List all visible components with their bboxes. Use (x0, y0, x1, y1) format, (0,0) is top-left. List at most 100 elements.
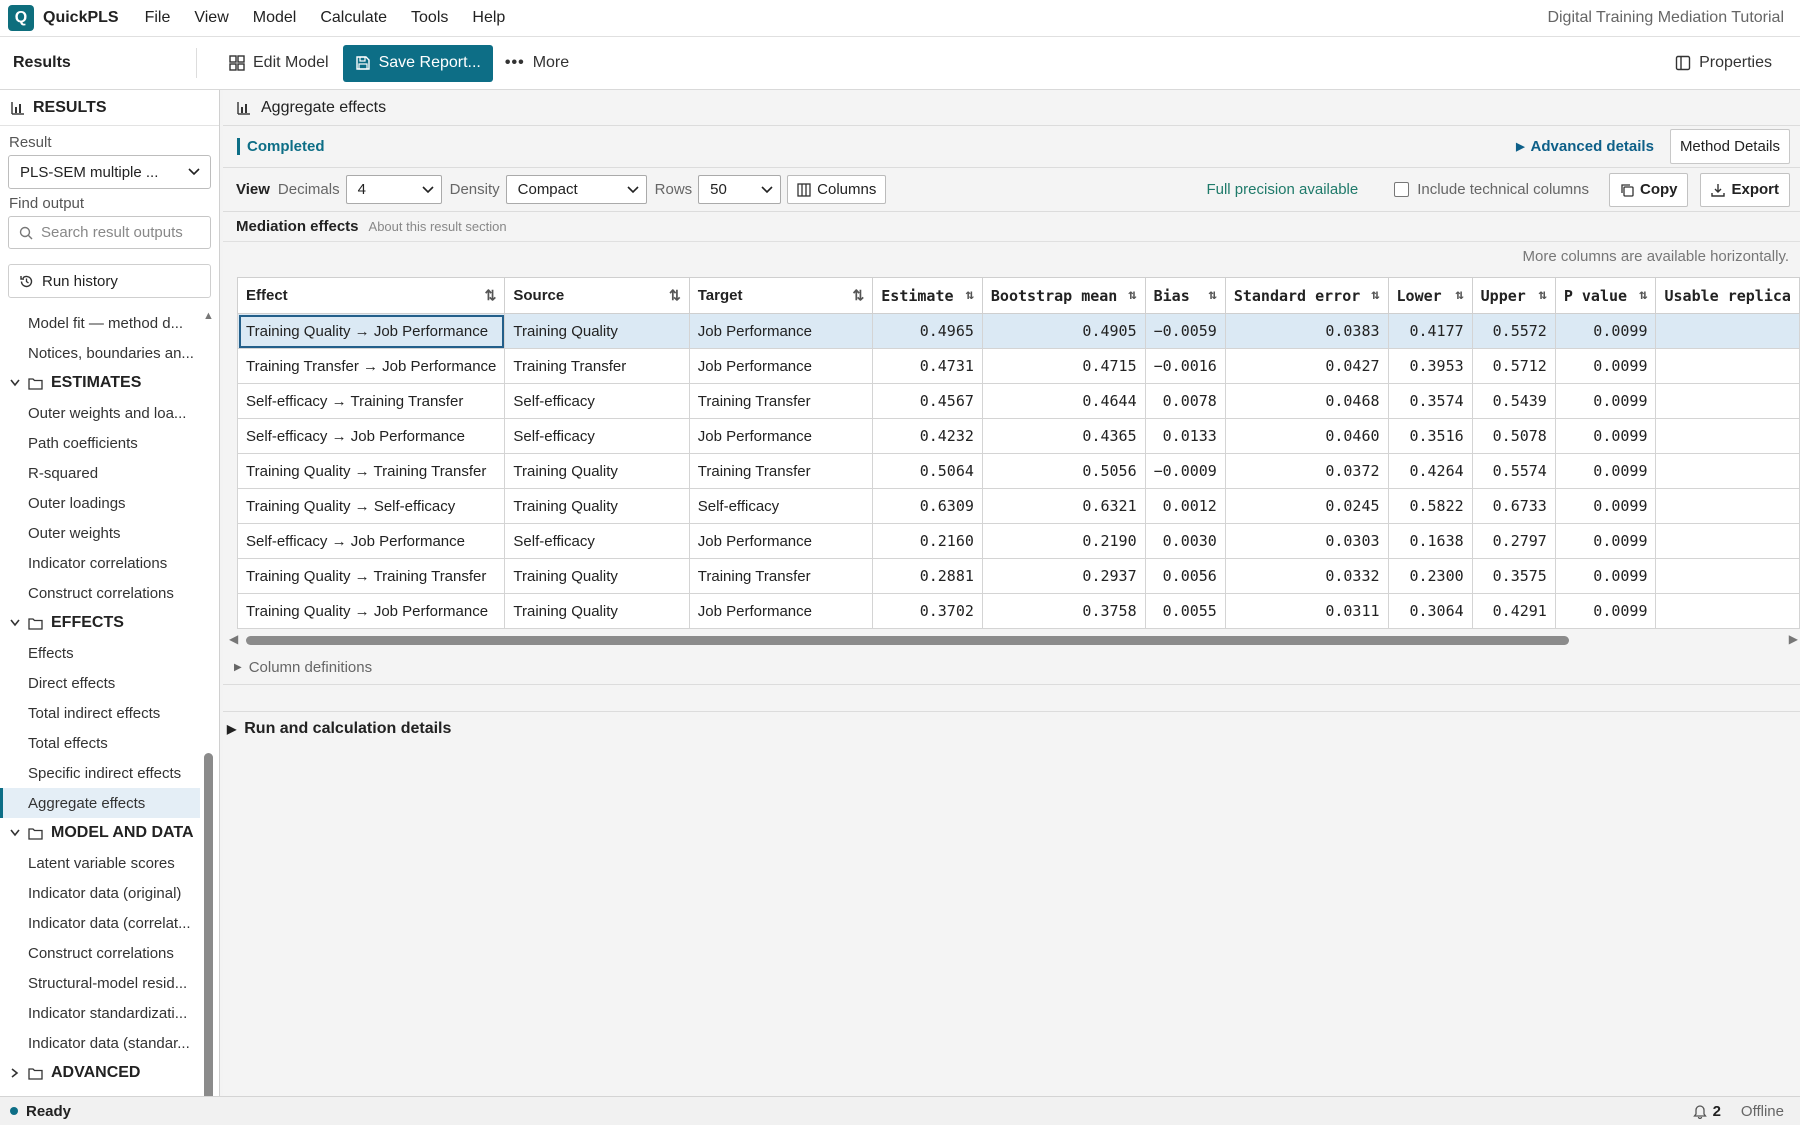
tree-item-indicator-data-correlated[interactable]: Indicator data (correlat... (0, 908, 200, 938)
table-row[interactable]: Training Quality → Job Performance Traini… (237, 593, 1800, 629)
more-button[interactable]: ••• More (493, 45, 581, 82)
cell-effect[interactable]: Training Quality → Training Transfer (237, 558, 506, 594)
sort-icon[interactable]: ⇅ (1371, 287, 1379, 303)
include-technical-checkbox[interactable] (1394, 182, 1410, 197)
table-row[interactable]: Training Quality → Self-efficacy Training… (237, 488, 1800, 524)
column-header-effect[interactable]: Effect ⇅ (237, 277, 506, 314)
density-select[interactable]: Compact (505, 175, 647, 204)
tree-item-specific-indirect-effects[interactable]: Specific indirect effects (0, 758, 200, 788)
column-header-estimate[interactable]: Estimate ⇅ (872, 277, 983, 314)
column-header-upper[interactable]: Upper ⇅ (1471, 277, 1556, 314)
rows-select[interactable]: 50 (698, 175, 782, 204)
cell-effect[interactable]: Self-efficacy → Job Performance (237, 418, 506, 454)
tree-group-advanced[interactable]: ADVANCED (0, 1058, 200, 1088)
sidebar-scroll-thumb[interactable] (204, 753, 213, 1125)
tree-item-direct-effects[interactable]: Direct effects (0, 668, 200, 698)
tree-item-r-squared[interactable]: R-squared (0, 458, 200, 488)
table-scroll-thumb[interactable] (246, 636, 1569, 645)
sort-icon[interactable]: ⇅ (1455, 287, 1463, 303)
column-definitions-toggle[interactable]: ▶ Column definitions (223, 651, 1800, 685)
column-header-bias[interactable]: Bias ⇅ (1144, 277, 1226, 314)
sort-icon[interactable]: ⇅ (669, 287, 681, 304)
tree-item-notices[interactable]: Notices, boundaries an... (0, 338, 200, 368)
tree-item-total-indirect-effects[interactable]: Total indirect effects (0, 698, 200, 728)
tree-item-outer-weights-loadings[interactable]: Outer weights and loa... (0, 398, 200, 428)
table-row[interactable]: Self-efficacy → Job Performance Self-effi… (237, 418, 1800, 454)
menu-tools[interactable]: Tools (399, 9, 460, 27)
cell-effect[interactable]: Self-efficacy → Job Performance (237, 523, 506, 559)
column-header-target[interactable]: Target ⇅ (688, 277, 874, 314)
properties-button[interactable]: Properties (1663, 45, 1784, 82)
cell-effect[interactable]: Training Quality → Job Performance (237, 593, 506, 629)
menu-help[interactable]: Help (460, 9, 517, 27)
edit-model-button[interactable]: Edit Model (217, 45, 341, 82)
sort-icon[interactable]: ⇅ (853, 287, 865, 304)
decimals-select[interactable]: 4 (345, 175, 442, 204)
sort-icon[interactable]: ⇅ (1128, 287, 1136, 303)
sort-icon[interactable]: ⇅ (1208, 287, 1216, 303)
tree-item-indicator-correlations[interactable]: Indicator correlations (0, 548, 200, 578)
tree-item-outer-loadings[interactable]: Outer loadings (0, 488, 200, 518)
notifications-button[interactable]: 2 (1692, 1103, 1721, 1120)
sort-icon[interactable]: ⇅ (965, 287, 973, 303)
tree-group-estimates[interactable]: ESTIMATES (0, 368, 200, 398)
copy-button[interactable]: Copy (1608, 172, 1689, 207)
tree-item-total-effects[interactable]: Total effects (0, 728, 200, 758)
about-section-link[interactable]: About this result section (369, 219, 507, 234)
menu-model[interactable]: Model (241, 9, 309, 27)
tree-item-model-fit[interactable]: Model fit — method d... (0, 308, 200, 338)
scroll-left-icon[interactable]: ◀ (229, 632, 238, 646)
column-header-bootstrap-mean[interactable]: Bootstrap mean ⇅ (981, 277, 1146, 314)
run-calculation-details-toggle[interactable]: ▶ Run and calculation details (223, 711, 1800, 745)
sort-icon[interactable]: ⇅ (1639, 287, 1647, 303)
tree-item-indicator-standardization[interactable]: Indicator standardizati... (0, 998, 200, 1028)
scroll-right-icon[interactable]: ▶ (1789, 632, 1798, 646)
export-button[interactable]: Export (1700, 172, 1790, 207)
result-select[interactable]: PLS-SEM multiple ... (8, 155, 211, 189)
menu-view[interactable]: View (182, 9, 240, 27)
sort-icon[interactable]: ⇅ (485, 287, 497, 304)
tree-item-structural-model-residuals[interactable]: Structural-model resid... (0, 968, 200, 998)
sidebar-scrollbar[interactable]: ▲ ▼ (202, 308, 215, 1125)
tree-item-indicator-data-standardized[interactable]: Indicator data (standar... (0, 1028, 200, 1058)
cell-effect[interactable]: Self-efficacy → Training Transfer (237, 383, 506, 419)
table-row[interactable]: Training Quality → Training Transfer Trai… (237, 558, 1800, 594)
columns-button[interactable]: Columns (787, 175, 887, 204)
menu-file[interactable]: File (133, 9, 183, 27)
cell-effect[interactable]: Training Quality → Job Performance (237, 313, 506, 349)
tree-group-effects[interactable]: EFFECTS (0, 608, 200, 638)
tree-group-model-and-data[interactable]: MODEL AND DATA (0, 818, 200, 848)
tree-item-aggregate-effects[interactable]: Aggregate effects (0, 788, 200, 818)
tree-item-outer-weights[interactable]: Outer weights (0, 518, 200, 548)
method-details-button[interactable]: Method Details (1669, 129, 1790, 164)
search-result-outputs-input[interactable]: Search result outputs (8, 216, 211, 249)
tree-item-indicator-data-original[interactable]: Indicator data (original) (0, 878, 200, 908)
column-header-lower[interactable]: Lower ⇅ (1387, 277, 1473, 314)
triangle-right-icon: ▶ (234, 662, 242, 673)
tree-item-effects[interactable]: Effects (0, 638, 200, 668)
column-header-source[interactable]: Source ⇅ (504, 277, 690, 314)
column-header-standard-error[interactable]: Standard error ⇅ (1224, 277, 1389, 314)
column-header-usable-replications[interactable]: Usable replica (1655, 277, 1800, 314)
tree-item-latent-variable-scores[interactable]: Latent variable scores (0, 848, 200, 878)
tree-item-construct-correlations-2[interactable]: Construct correlations (0, 938, 200, 968)
cell-effect[interactable]: Training Transfer → Job Performance (237, 348, 506, 384)
table-row[interactable]: Training Quality → Job Performance Traini… (237, 313, 1800, 349)
table-row[interactable]: Self-efficacy → Training Transfer Self-ef… (237, 383, 1800, 419)
scroll-up-icon[interactable]: ▲ (203, 310, 214, 322)
advanced-details-toggle[interactable]: ▶ Advanced details (1516, 138, 1654, 155)
cell-effect[interactable]: Training Quality → Self-efficacy (237, 488, 506, 524)
table-row[interactable]: Training Quality → Training Transfer Trai… (237, 453, 1800, 489)
save-report-button[interactable]: Save Report... (342, 44, 493, 82)
tree-item-construct-correlations[interactable]: Construct correlations (0, 578, 200, 608)
table-row[interactable]: Self-efficacy → Job Performance Self-effi… (237, 523, 1800, 559)
menu-calculate[interactable]: Calculate (308, 9, 399, 27)
include-technical-columns-toggle[interactable]: Include technical columns (1394, 181, 1589, 198)
table-row[interactable]: Training Transfer → Job Performance Train… (237, 348, 1800, 384)
table-horizontal-scrollbar[interactable]: ◀ ▶ (229, 631, 1800, 649)
column-header-p-value[interactable]: P value ⇅ (1554, 277, 1657, 314)
sort-icon[interactable]: ⇅ (1538, 287, 1546, 303)
tree-item-path-coefficients[interactable]: Path coefficients (0, 428, 200, 458)
cell-effect[interactable]: Training Quality → Training Transfer (237, 453, 506, 489)
run-history-button[interactable]: Run history (8, 264, 211, 298)
